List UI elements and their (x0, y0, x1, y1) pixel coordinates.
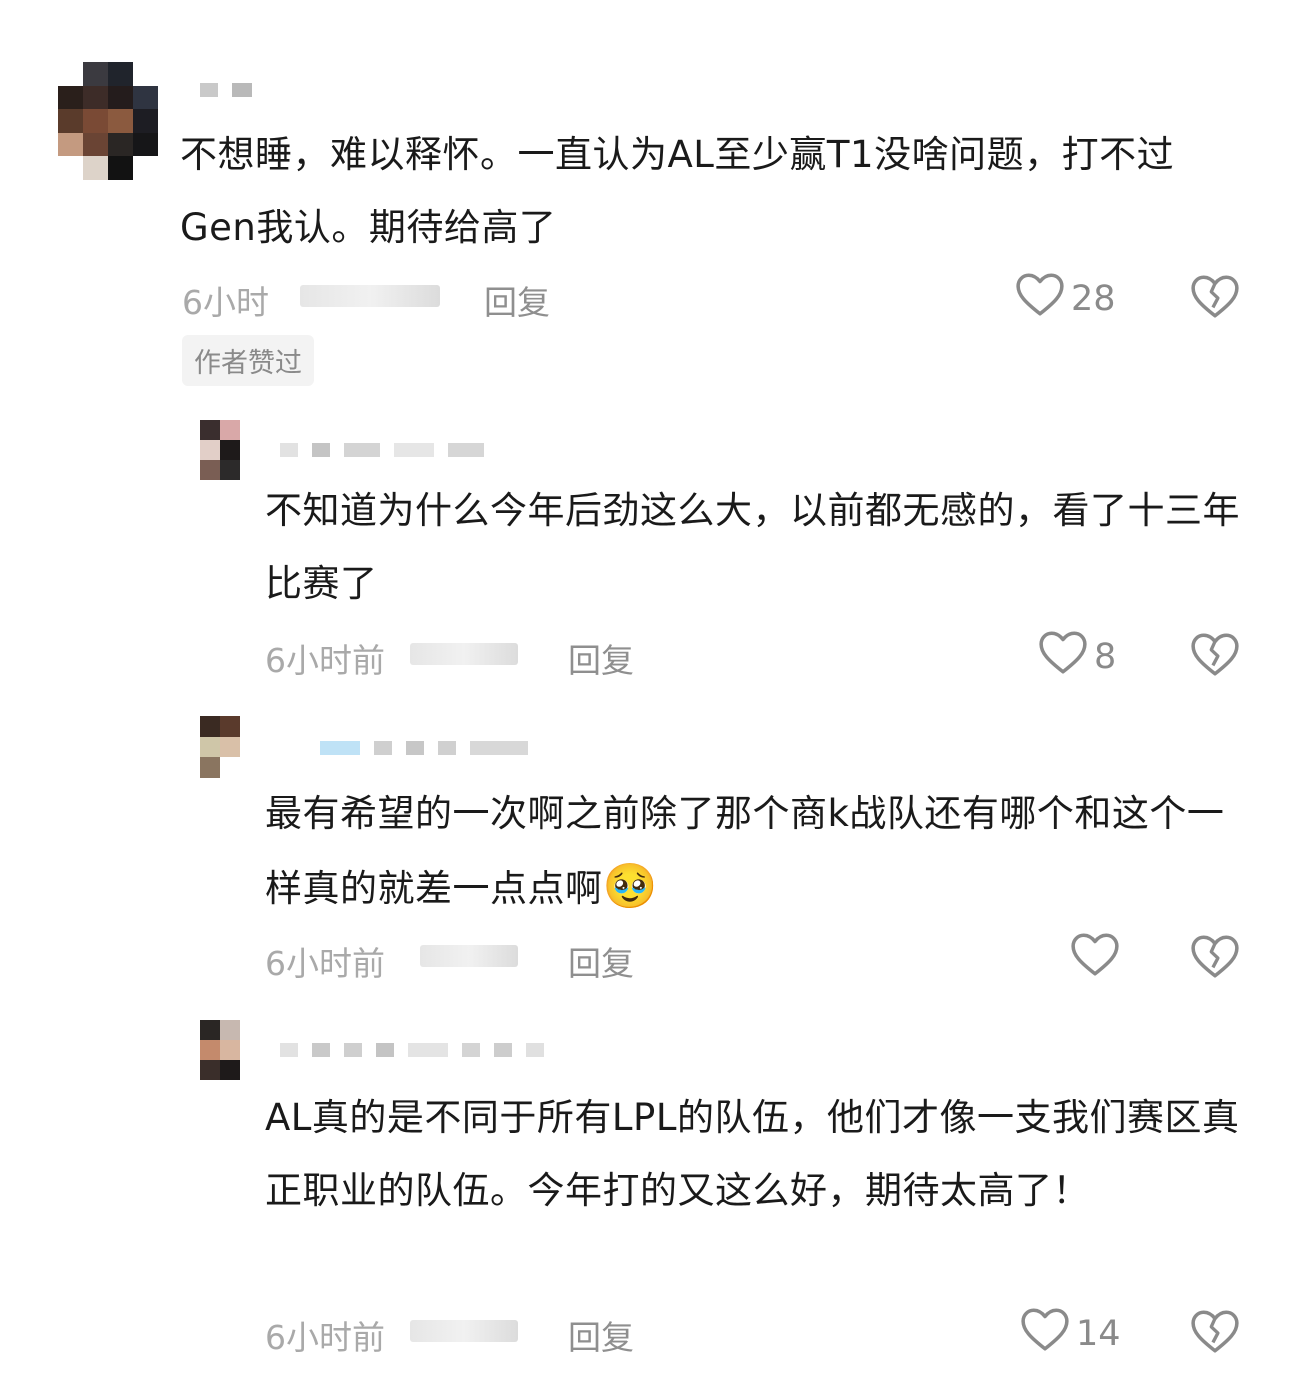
avatar[interactable] (200, 1020, 240, 1080)
reply-button[interactable]: 回复 (568, 1311, 634, 1359)
like-count: 14 (1076, 1313, 1121, 1354)
location-blurred (410, 1320, 518, 1342)
comment-text: AL真的是不同于所有LPL的队伍，他们才像一支我们赛区真正职业的队伍。今年打的又… (265, 1096, 1240, 1212)
comment-time: 6小时前 (265, 1318, 385, 1357)
like-group: 14 (1020, 1305, 1121, 1362)
username-blurred[interactable] (280, 1043, 544, 1057)
broken-heart-icon[interactable] (1190, 1307, 1240, 1359)
heart-outline-icon[interactable] (1020, 1305, 1070, 1362)
comment-item: AL真的是不同于所有LPL的队伍，他们才像一支我们赛区真正职业的队伍。今年打的又… (0, 0, 1290, 1386)
